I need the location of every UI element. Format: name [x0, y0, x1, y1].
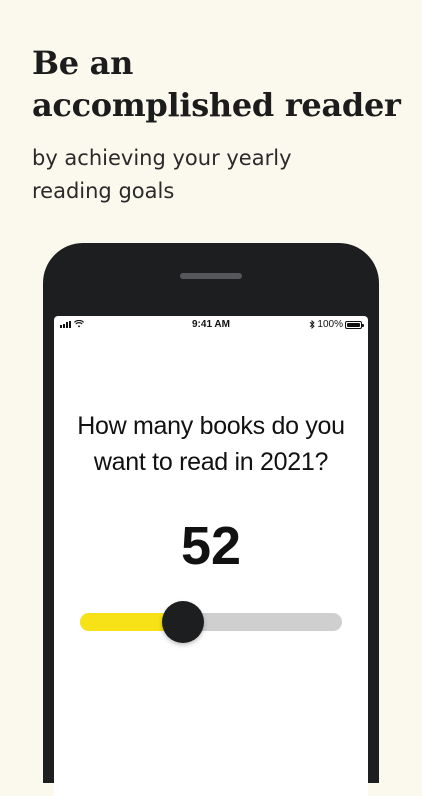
headline-line-1: Be an [32, 44, 134, 82]
goal-slider[interactable] [80, 601, 342, 643]
subheadline-line-2: reading goals [32, 179, 175, 203]
phone-speaker [180, 273, 242, 279]
subheadline-line-1: by achieving your yearly [32, 146, 292, 170]
goal-question-line-2: want to read in 2021? [93, 448, 329, 476]
headline: Be an accomplished reader [32, 42, 401, 126]
headline-line-2: accomplished reader [32, 86, 401, 124]
goal-count: 52 [180, 516, 242, 576]
slider-thumb[interactable] [162, 601, 205, 643]
bluetooth-icon [310, 320, 316, 329]
battery-icon [345, 320, 364, 329]
goal-question-line-1: How many books do you [77, 412, 345, 440]
subheadline: by achieving your yearly reading goals [32, 142, 292, 208]
goal-question: How many books do you want to read in 20… [54, 408, 368, 480]
battery-percent: 100% [317, 319, 343, 330]
phone-mockup: 9:41 AM 100% How many books do you want … [43, 243, 379, 796]
status-bar-right: 100% [309, 319, 364, 330]
phone-screen: 9:41 AM 100% How many books do you want … [54, 316, 368, 796]
slider-track[interactable] [80, 613, 342, 631]
status-bar: 9:41 AM 100% [54, 316, 368, 334]
